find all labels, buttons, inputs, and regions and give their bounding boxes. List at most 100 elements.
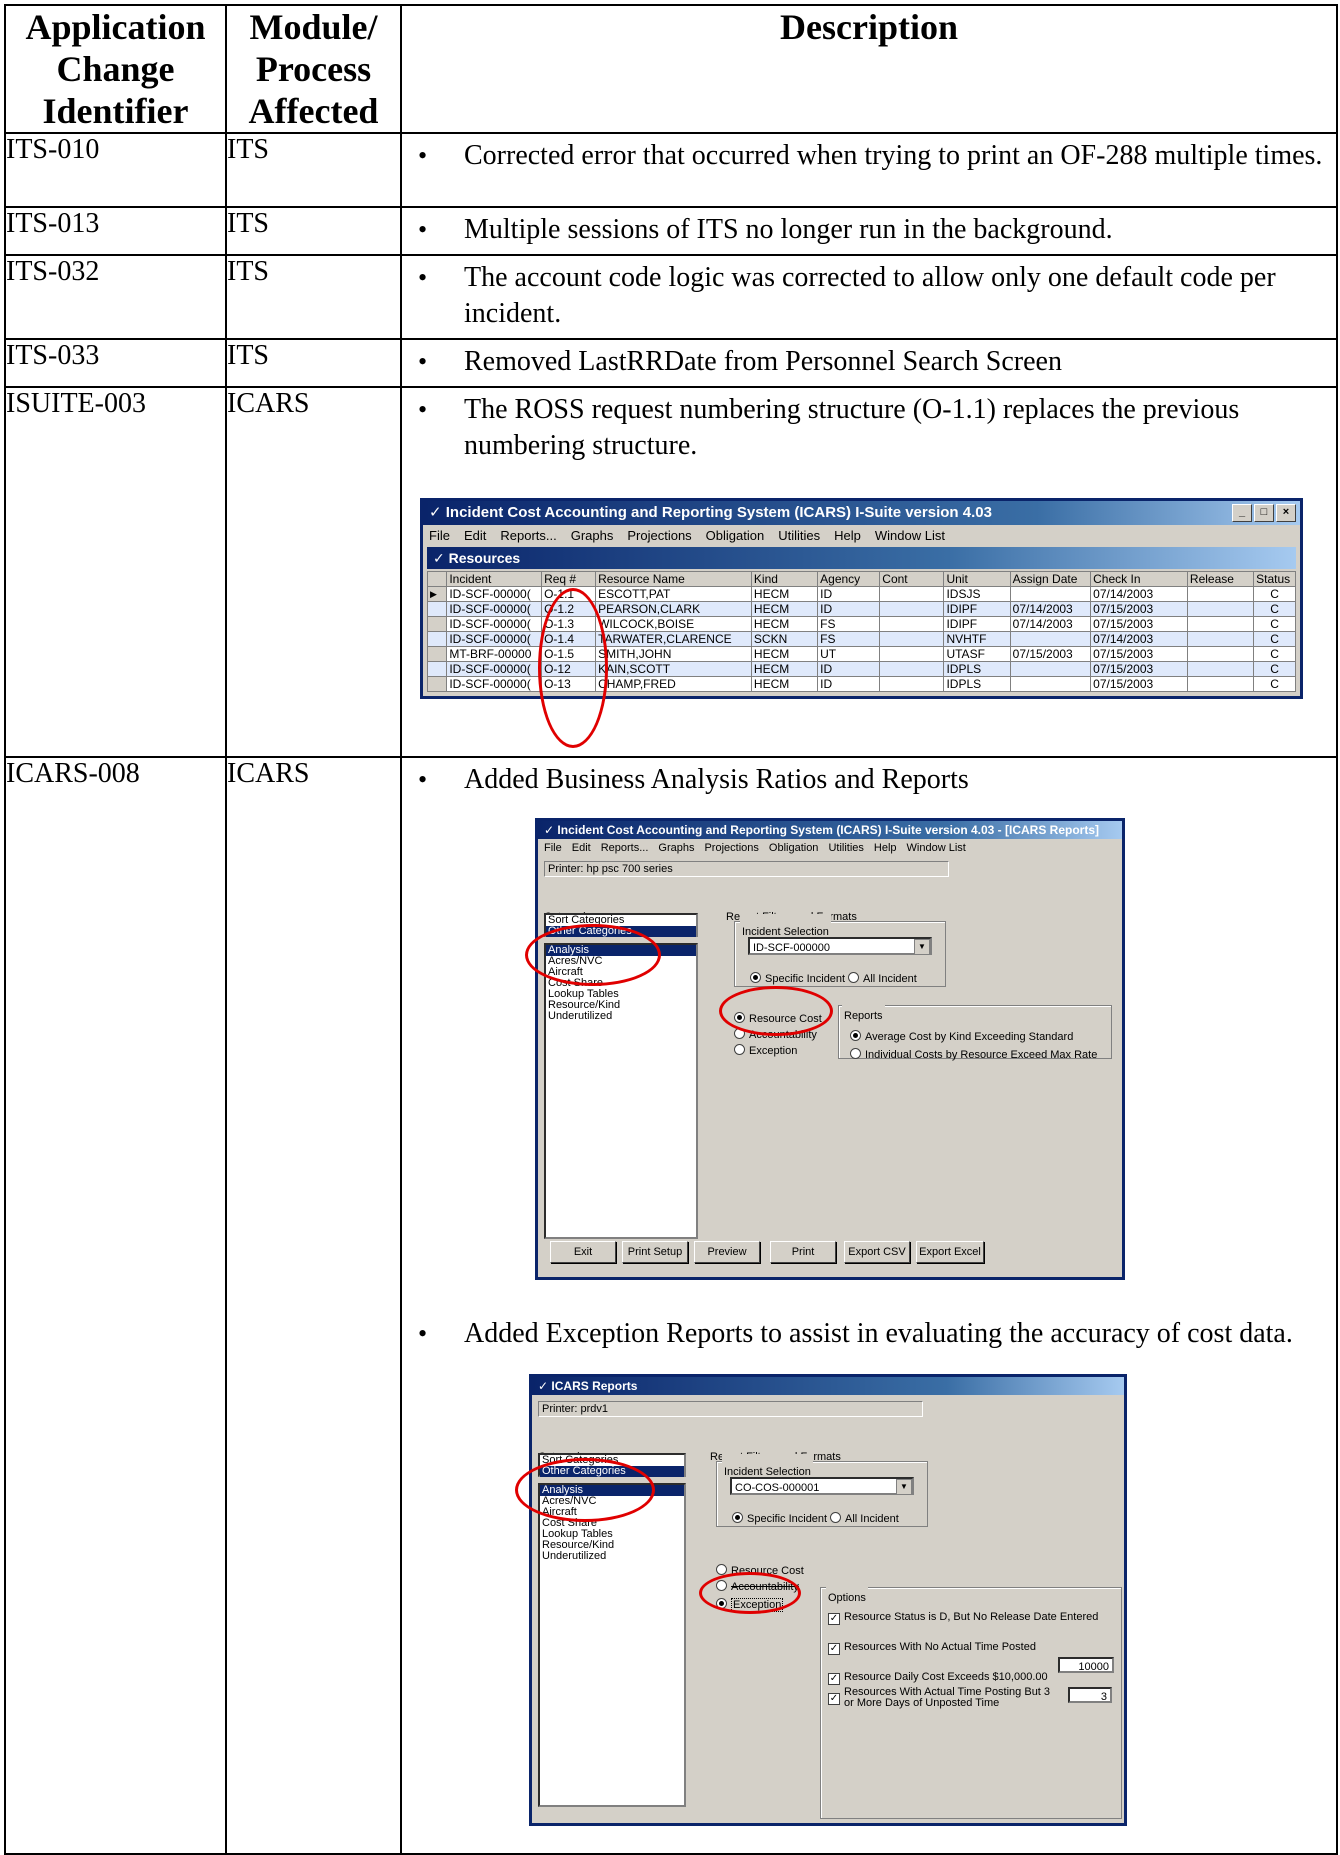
- grid-cell[interactable]: ID: [817, 661, 881, 677]
- menu-window-list[interactable]: Window List: [875, 525, 945, 547]
- grid-cell[interactable]: C: [1253, 646, 1296, 662]
- maximize-icon[interactable]: □: [1254, 504, 1274, 522]
- menu-edit[interactable]: Edit: [572, 839, 591, 857]
- list-item[interactable]: Other Categories: [540, 1466, 684, 1477]
- grid-cell[interactable]: ID: [817, 601, 881, 617]
- list-item[interactable]: Underutilized: [546, 1011, 696, 1022]
- grid-cell[interactable]: C: [1253, 601, 1296, 617]
- list-item[interactable]: Underutilized: [540, 1551, 684, 1562]
- grid-cell[interactable]: [1009, 661, 1092, 677]
- menu-reports[interactable]: Reports...: [601, 839, 649, 857]
- col-status[interactable]: Status: [1253, 571, 1296, 587]
- grid-cell[interactable]: ID-SCF-00000(: [446, 601, 543, 617]
- table-row[interactable]: ID-SCF-00000(O-1.3 WILCOCK,BOISE HECM FS IDI…: [426, 616, 1296, 632]
- grid-cell[interactable]: [879, 601, 945, 617]
- grid-cell[interactable]: [1009, 586, 1092, 602]
- col-release[interactable]: Release: [1186, 571, 1255, 587]
- chevron-down-icon[interactable]: ▼: [896, 1479, 912, 1495]
- row-selector-arrow-icon[interactable]: ▶: [426, 586, 448, 602]
- grid-cell[interactable]: [1009, 676, 1092, 692]
- grid-cell[interactable]: 07/14/2003: [1009, 616, 1092, 632]
- export-excel-button[interactable]: Export Excel: [916, 1241, 984, 1263]
- table-row[interactable]: MT-BRF-00000 O-1.5 SMITH,JOHN HECM UT UTASF 07…: [426, 646, 1296, 662]
- category-list[interactable]: Analysis Acres/NVC Aircraft Cost Share L…: [544, 943, 698, 1239]
- grid-cell[interactable]: TARWATER,CLARENCE: [595, 631, 752, 647]
- exception-radio[interactable]: Exception: [716, 1587, 784, 1623]
- daily-cost-input[interactable]: 10000: [1058, 1657, 1114, 1673]
- grid-cell[interactable]: ID-SCF-00000(: [446, 586, 543, 602]
- table-row[interactable]: ▶ ID-SCF-00000(O-1.1 ESCOTT,PAT HECM ID IDSJS…: [426, 586, 1296, 602]
- menu-graphs[interactable]: Graphs: [658, 839, 694, 857]
- row-selector[interactable]: [426, 616, 448, 632]
- menu-obligation[interactable]: Obligation: [769, 839, 819, 857]
- table-row[interactable]: ID-SCF-00000(O-1.2 PEARSON,CLARK HECM ID IDI…: [426, 601, 1296, 617]
- row-selector[interactable]: [426, 676, 448, 692]
- grid-cell[interactable]: [1186, 661, 1255, 677]
- grid-cell[interactable]: [1186, 616, 1255, 632]
- menu-window-list[interactable]: Window List: [907, 839, 966, 857]
- col-resource-name[interactable]: Resource Name: [595, 571, 752, 587]
- grid-cell[interactable]: ID-SCF-00000(: [446, 616, 543, 632]
- col-assign-date[interactable]: Assign Date: [1009, 571, 1092, 587]
- menu-projections[interactable]: Projections: [627, 525, 691, 547]
- grid-cell[interactable]: HECM: [750, 646, 819, 662]
- grid-cell[interactable]: [879, 676, 945, 692]
- grid-cell[interactable]: SCKN: [750, 631, 819, 647]
- grid-cell[interactable]: MT-BRF-00000: [446, 646, 543, 662]
- grid-cell[interactable]: ID-SCF-00000(: [446, 676, 543, 692]
- table-row[interactable]: ID-SCF-00000(O-1.4 TARWATER,CLARENCE SCKN F…: [426, 631, 1296, 647]
- menu-graphs[interactable]: Graphs: [571, 525, 614, 547]
- grid-cell[interactable]: C: [1253, 631, 1296, 647]
- menu-file[interactable]: File: [544, 839, 562, 857]
- col-incident[interactable]: Incident: [446, 571, 543, 587]
- grid-cell[interactable]: 07/15/2003: [1090, 676, 1188, 692]
- col-agency[interactable]: Agency: [817, 571, 881, 587]
- menu-reports[interactable]: Reports...: [500, 525, 556, 547]
- grid-cell[interactable]: 07/14/2003: [1090, 631, 1188, 647]
- specific-incident-radio[interactable]: Specific Incident: [750, 961, 845, 997]
- table-row[interactable]: ID-SCF-00000(O-13 CHAMP,FRED HECM ID IDPLS 07…: [426, 676, 1296, 692]
- grid-cell[interactable]: NVHTF: [943, 631, 1011, 647]
- table-row[interactable]: ID-SCF-00000(O-12 KAIN,SCOTT HECM ID IDPLS 07…: [426, 661, 1296, 677]
- grid-cell[interactable]: [879, 646, 945, 662]
- menu-file[interactable]: File: [429, 525, 450, 547]
- incident-combo[interactable]: CO-COS-000001 ▼: [730, 1477, 914, 1495]
- grid-cell[interactable]: PEARSON,CLARK: [595, 601, 752, 617]
- grid-cell[interactable]: IDIPF: [943, 616, 1011, 632]
- grid-cell[interactable]: IDPLS: [943, 676, 1011, 692]
- preview-button[interactable]: Preview: [694, 1241, 760, 1263]
- grid-cell[interactable]: ID-SCF-00000(: [446, 661, 543, 677]
- grid-cell[interactable]: ID-SCF-00000(: [446, 631, 543, 647]
- grid-cell[interactable]: C: [1253, 586, 1296, 602]
- individual-costs-radio[interactable]: Individual Costs by Resource Exceed Max …: [850, 1037, 1097, 1073]
- menu-utilities[interactable]: Utilities: [828, 839, 863, 857]
- row-selector[interactable]: [426, 661, 448, 677]
- list-item[interactable]: Other Categories: [546, 926, 696, 937]
- grid-cell[interactable]: O-12: [541, 661, 597, 677]
- grid-cell[interactable]: UT: [817, 646, 881, 662]
- grid-cell[interactable]: [1186, 631, 1255, 647]
- grid-cell[interactable]: HECM: [750, 661, 819, 677]
- export-csv-button[interactable]: Export CSV: [844, 1241, 910, 1263]
- chevron-down-icon[interactable]: ▼: [914, 939, 930, 955]
- specific-incident-radio[interactable]: Specific Incident: [732, 1501, 827, 1537]
- menu-help[interactable]: Help: [874, 839, 897, 857]
- grid-cell[interactable]: 07/14/2003: [1009, 601, 1092, 617]
- menu-projections[interactable]: Projections: [704, 839, 758, 857]
- grid-cell[interactable]: [1186, 601, 1255, 617]
- grid-cell[interactable]: 07/15/2003: [1090, 661, 1188, 677]
- grid-cell[interactable]: C: [1253, 616, 1296, 632]
- exit-button[interactable]: Exit: [550, 1241, 616, 1263]
- grid-cell[interactable]: [879, 616, 945, 632]
- grid-cell[interactable]: O-1.5: [541, 646, 597, 662]
- col-req[interactable]: Req #: [541, 571, 597, 587]
- grid-cell[interactable]: HECM: [750, 586, 819, 602]
- col-kind[interactable]: Kind: [750, 571, 819, 587]
- grid-cell[interactable]: O-1.1: [541, 586, 597, 602]
- grid-cell[interactable]: IDSJS: [943, 586, 1011, 602]
- sort-category-list[interactable]: Sort Categories Other Categories: [538, 1453, 686, 1477]
- col-cont[interactable]: Cont: [879, 571, 945, 587]
- grid-cell[interactable]: [1186, 646, 1255, 662]
- grid-cell[interactable]: C: [1253, 661, 1296, 677]
- grid-cell[interactable]: 07/14/2003: [1090, 586, 1188, 602]
